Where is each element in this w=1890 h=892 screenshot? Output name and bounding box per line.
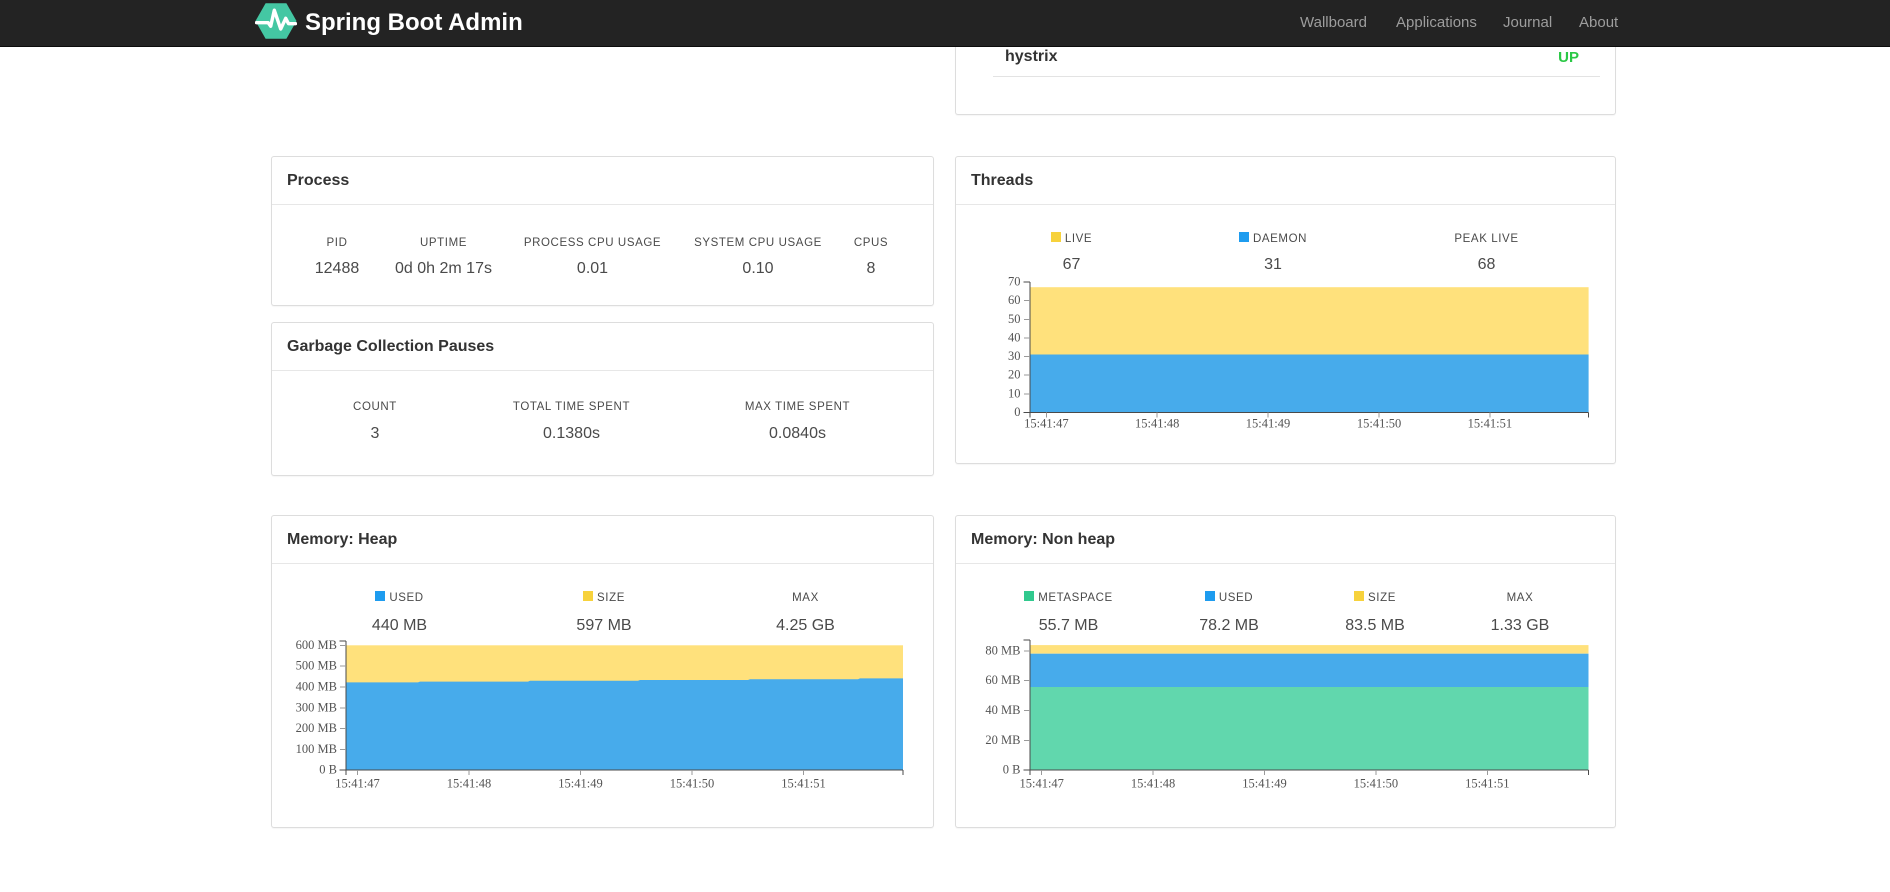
svg-text:15:41:47: 15:41:47 [1019,777,1063,791]
svg-text:80 MB: 80 MB [985,643,1020,657]
svg-text:15:41:47: 15:41:47 [1024,417,1068,431]
svg-text:70: 70 [1008,275,1021,289]
svg-text:50: 50 [1008,312,1021,326]
svg-text:0 B: 0 B [319,763,337,777]
svg-text:20: 20 [1008,368,1021,382]
svg-text:200 MB: 200 MB [296,721,337,735]
svg-text:15:41:48: 15:41:48 [1135,417,1179,431]
svg-text:40: 40 [1008,331,1021,345]
svg-text:15:41:49: 15:41:49 [558,777,602,791]
svg-text:0 B: 0 B [1003,763,1021,777]
svg-text:15:41:51: 15:41:51 [781,777,825,791]
svg-text:15:41:50: 15:41:50 [1354,777,1398,791]
svg-text:15:41:50: 15:41:50 [1357,417,1401,431]
svg-text:15:41:49: 15:41:49 [1242,777,1286,791]
svg-text:0: 0 [1014,405,1020,419]
svg-text:500 MB: 500 MB [296,659,337,673]
svg-text:15:41:48: 15:41:48 [447,777,491,791]
svg-text:400 MB: 400 MB [296,680,337,694]
svg-text:15:41:49: 15:41:49 [1246,417,1290,431]
svg-text:40 MB: 40 MB [985,703,1020,717]
svg-text:300 MB: 300 MB [296,700,337,714]
svg-text:15:41:51: 15:41:51 [1465,777,1509,791]
svg-text:15:41:51: 15:41:51 [1468,417,1512,431]
svg-text:15:41:47: 15:41:47 [335,777,379,791]
svg-text:600 MB: 600 MB [296,638,337,652]
svg-text:15:41:48: 15:41:48 [1131,777,1175,791]
svg-text:60 MB: 60 MB [985,673,1020,687]
svg-text:100 MB: 100 MB [296,742,337,756]
svg-text:10: 10 [1008,386,1021,400]
svg-text:30: 30 [1008,349,1021,363]
svg-text:15:41:50: 15:41:50 [670,777,714,791]
svg-text:20 MB: 20 MB [985,733,1020,747]
svg-text:60: 60 [1008,293,1021,307]
